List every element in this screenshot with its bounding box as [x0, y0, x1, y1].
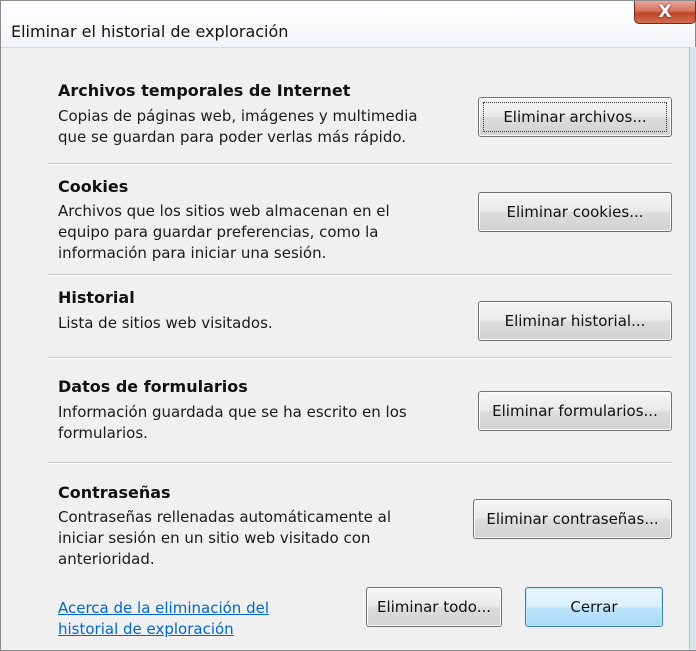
history-description: Lista de sitios web visitados. — [58, 314, 273, 332]
separator — [48, 357, 672, 359]
temp-files-description: Copias de páginas web, imágenes y multim… — [58, 107, 418, 146]
separator — [48, 274, 672, 276]
separator — [48, 462, 672, 464]
delete-passwords-button[interactable]: Eliminar contraseñas... — [473, 499, 672, 539]
cookies-description: Archivos que los sitios web almacenan en… — [58, 202, 390, 262]
delete-all-button[interactable]: Eliminar todo... — [366, 587, 502, 627]
title-bar: Eliminar el historial de exploración X — [1, 1, 696, 48]
close-button[interactable]: Cerrar — [525, 587, 663, 627]
window-title: Eliminar el historial de exploración — [11, 22, 289, 41]
close-icon: X — [658, 2, 672, 22]
passwords-description: Contraseñas rellenadas automáticamente a… — [58, 508, 391, 568]
cookies-title: Cookies — [58, 177, 129, 196]
delete-history-dialog: Eliminar el historial de exploración X A… — [0, 0, 696, 651]
form-data-description: Información guardada que se ha escrito e… — [58, 403, 407, 442]
delete-forms-button[interactable]: Eliminar formularios... — [478, 391, 672, 431]
temp-files-title: Archivos temporales de Internet — [58, 81, 351, 100]
about-deletion-link[interactable]: Acerca de la eliminación del historial d… — [58, 598, 269, 640]
delete-files-button[interactable]: Eliminar archivos... — [478, 97, 672, 137]
window-frame-edge — [689, 47, 696, 650]
form-data-title: Datos de formularios — [58, 377, 248, 396]
passwords-title: Contraseñas — [58, 483, 171, 502]
delete-history-button[interactable]: Eliminar historial... — [478, 301, 672, 341]
history-title: Historial — [58, 288, 135, 307]
delete-cookies-button[interactable]: Eliminar cookies... — [478, 192, 672, 232]
separator — [48, 163, 672, 165]
close-window-button[interactable]: X — [634, 1, 696, 24]
